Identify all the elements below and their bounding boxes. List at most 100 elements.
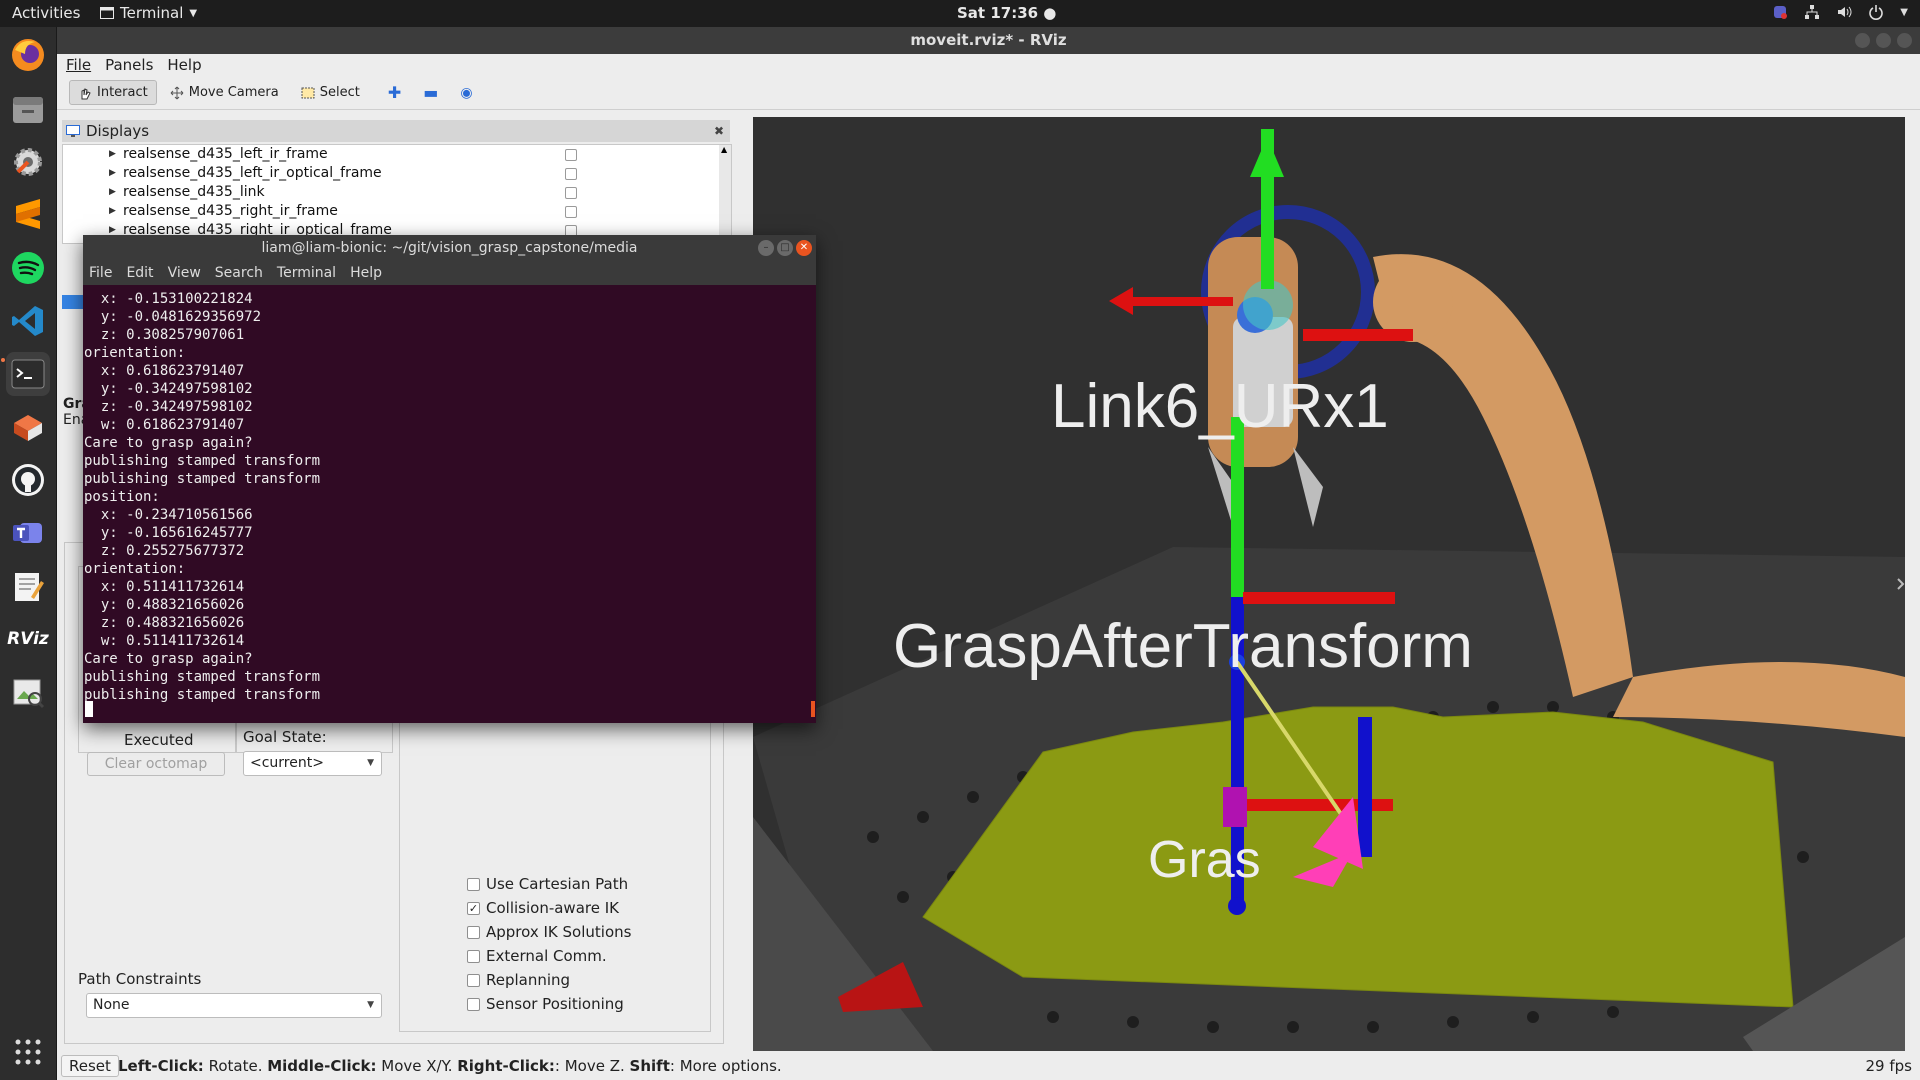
menu-file[interactable]: File — [89, 262, 112, 285]
clear-octomap-button[interactable]: Clear octomap — [87, 752, 225, 776]
gnome-top-bar: Activities Terminal ▼ Sat 17:36 ● ▼ — [0, 0, 1920, 27]
path-constraints-value: None — [93, 997, 130, 1013]
rviz-titlebar[interactable]: moveit.rviz* - RViz — [57, 27, 1920, 54]
close-icon[interactable]: ✖ — [714, 120, 724, 142]
terminal-line: x: 0.511411732614 — [84, 579, 245, 595]
scene-render[interactable]: Link6_URx1 GraspAfterTransform Gras — [753, 117, 1905, 1051]
hint-shift-key: Shift — [629, 1057, 670, 1075]
displays-tree[interactable]: ▶ realsense_d435_left_ir_frame ▶ realsense… — [62, 144, 732, 244]
system-tray[interactable]: ▼ — [1772, 4, 1908, 20]
tree-row-checkbox[interactable] — [565, 149, 577, 161]
terminal-line: y: -0.342497598102 — [84, 381, 253, 397]
vscode-icon[interactable] — [6, 299, 50, 343]
expand-arrow-icon[interactable]: ▶ — [109, 183, 116, 202]
activities-button[interactable]: Activities — [12, 4, 80, 22]
teams-icon[interactable] — [6, 511, 50, 555]
goal-state-select[interactable]: <current> ▼ — [243, 751, 382, 776]
terminal-titlebar[interactable]: liam@liam-bionic: ~/git/vision_grasp_cap… — [83, 235, 816, 262]
remove-tool-button[interactable]: ▬ — [414, 78, 447, 107]
ubuntu-software-icon[interactable] — [6, 405, 50, 449]
eye-icon: ◉ — [460, 84, 473, 101]
checkbox-box[interactable] — [467, 926, 480, 939]
tree-row[interactable]: ▶ realsense_d435_left_ir_frame — [63, 145, 731, 164]
checkbox-box-checked[interactable]: ✓ — [467, 902, 480, 915]
menu-help[interactable]: Help — [350, 262, 382, 285]
reset-button[interactable]: Reset — [61, 1055, 119, 1077]
rviz-toolbar: Interact Move Camera Select ✚ ▬ ◉ — [57, 76, 1920, 110]
terminal-line: z: -0.342497598102 — [84, 399, 253, 415]
expand-arrow-icon[interactable]: ▶ — [109, 202, 116, 221]
path-constraints-select[interactable]: None ▼ — [86, 993, 382, 1018]
power-icon[interactable] — [1868, 4, 1884, 20]
hint-left-action: Rotate. — [203, 1057, 268, 1075]
minus-icon: ▬ — [423, 83, 439, 102]
tool-properties-button[interactable]: ◉ — [451, 80, 481, 106]
firefox-icon[interactable] — [6, 33, 50, 77]
settings-icon[interactable] — [6, 140, 50, 184]
volume-icon[interactable] — [1836, 4, 1852, 20]
sensor-positioning-checkbox[interactable]: Sensor Positioning — [467, 994, 624, 1014]
tree-row-checkbox[interactable] — [565, 168, 577, 180]
tree-row-checkbox[interactable] — [565, 206, 577, 218]
text-editor-icon[interactable] — [6, 564, 50, 608]
approx-ik-solutions-checkbox[interactable]: Approx IK Solutions — [467, 922, 631, 942]
chevron-down-icon: ▼ — [189, 7, 198, 19]
terminal-icon[interactable] — [6, 352, 50, 396]
monitor-icon — [66, 125, 80, 137]
menu-file[interactable]: File — [66, 54, 91, 76]
checkbox-box[interactable] — [467, 878, 480, 891]
terminal-line: y: -0.165616245777 — [84, 525, 253, 541]
chevron-down-icon[interactable]: ▼ — [1900, 7, 1908, 18]
tree-row[interactable]: ▶ realsense_d435_link — [63, 183, 731, 202]
menu-panels[interactable]: Panels — [105, 54, 153, 76]
image-viewer-icon[interactable] — [6, 670, 50, 714]
checkbox-label: Collision-aware IK — [486, 899, 619, 917]
expand-arrow-icon[interactable]: ▶ — [109, 164, 116, 183]
minimize-button[interactable] — [1855, 33, 1870, 48]
tree-row[interactable]: ▶ realsense_d435_left_ir_optical_frame — [63, 164, 731, 183]
teams-tray-icon[interactable] — [1772, 4, 1788, 20]
terminal-scrollbar[interactable] — [811, 701, 815, 717]
expand-arrow-icon[interactable]: ▶ — [109, 145, 116, 164]
show-applications-icon[interactable] — [6, 1030, 50, 1074]
terminal-line: z: 0.488321656026 — [84, 615, 245, 631]
external-comm-checkbox[interactable]: External Comm. — [467, 946, 607, 966]
terminal-output[interactable]: x: -0.153100221824 y: -0.0481629356972 z… — [83, 287, 816, 723]
tree-row-checkbox[interactable] — [565, 187, 577, 199]
close-button[interactable]: ✕ — [796, 240, 812, 256]
maximize-button[interactable]: □ — [777, 240, 793, 256]
frame-label-grasp-after-transform: GraspAfterTransform — [893, 612, 1473, 681]
replanning-checkbox[interactable]: Replanning — [467, 970, 570, 990]
rviz-icon[interactable]: RViz — [6, 617, 50, 661]
menu-terminal[interactable]: Terminal — [277, 262, 336, 285]
maximize-button[interactable] — [1876, 33, 1891, 48]
add-tool-button[interactable]: ✚ — [379, 78, 410, 107]
tree-row[interactable]: ▶ realsense_d435_right_ir_frame — [63, 202, 731, 221]
checkbox-box[interactable] — [467, 950, 480, 963]
sublime-text-icon[interactable] — [6, 193, 50, 237]
scroll-up-icon[interactable]: ▲ — [721, 145, 727, 154]
files-icon[interactable] — [6, 87, 50, 131]
use-cartesian-path-checkbox[interactable]: Use Cartesian Path — [467, 874, 628, 894]
clock[interactable]: Sat 17:36 ● — [957, 4, 1056, 22]
menu-view[interactable]: View — [168, 262, 201, 285]
collision-aware-ik-checkbox[interactable]: ✓ Collision-aware IK — [467, 898, 619, 918]
tree-scrollbar[interactable]: ▲ — [719, 145, 731, 243]
close-button[interactable] — [1897, 33, 1912, 48]
spotify-icon[interactable] — [6, 246, 50, 290]
menu-help[interactable]: Help — [167, 54, 201, 76]
network-icon[interactable] — [1804, 4, 1820, 20]
3d-viewport[interactable]: Link6_URx1 GraspAfterTransform Gras — [753, 117, 1905, 1051]
select-tool-button[interactable]: Select — [292, 80, 369, 105]
interact-tool-button[interactable]: Interact — [69, 80, 157, 105]
github-icon[interactable] — [6, 458, 50, 502]
terminal-window[interactable]: liam@liam-bionic: ~/git/vision_grasp_cap… — [83, 235, 816, 723]
menu-edit[interactable]: Edit — [126, 262, 153, 285]
minimize-button[interactable]: – — [758, 240, 774, 256]
menu-search[interactable]: Search — [215, 262, 263, 285]
app-menu[interactable]: Terminal ▼ — [100, 4, 197, 22]
tree-row-label: realsense_d435_link — [123, 184, 265, 200]
checkbox-box[interactable] — [467, 998, 480, 1011]
move-camera-tool-button[interactable]: Move Camera — [161, 80, 288, 105]
checkbox-box[interactable] — [467, 974, 480, 987]
